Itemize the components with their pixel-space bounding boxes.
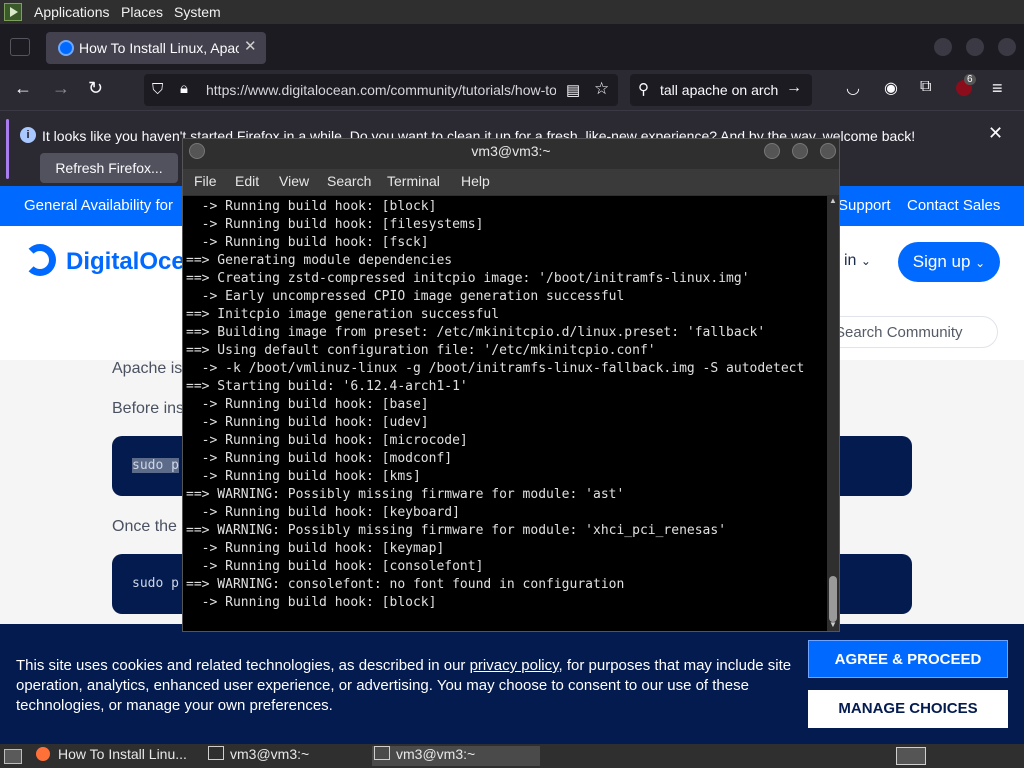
lock-icon[interactable]: 🔒︎ bbox=[180, 80, 188, 97]
browser-tab[interactable]: How To Install Linux, Apache, MySQL, PHP… bbox=[46, 32, 266, 64]
article-paragraph: Before ins bbox=[112, 400, 185, 417]
extensions-icon[interactable]: ⧉ bbox=[920, 78, 931, 96]
search-community-placeholder: Search Community bbox=[835, 324, 963, 341]
cookie-text: This site uses cookies and related techn… bbox=[16, 656, 796, 716]
chevron-down-icon: ⌄ bbox=[975, 256, 986, 270]
agree-proceed-button[interactable]: AGREE & PROCEED bbox=[808, 640, 1008, 678]
places-menu[interactable]: Places bbox=[121, 4, 163, 20]
firefox-icon bbox=[36, 747, 50, 761]
support-link[interactable]: Support bbox=[838, 197, 891, 214]
terminal-maximize-button[interactable] bbox=[792, 143, 808, 159]
notification-close-icon[interactable]: ✕ bbox=[988, 123, 1003, 144]
terminal-menu-view[interactable]: View bbox=[279, 173, 309, 189]
digitalocean-logo-icon[interactable] bbox=[24, 244, 56, 276]
bookmark-star-icon[interactable]: ☆ bbox=[594, 79, 609, 99]
terminal-window[interactable]: vm3@vm3:~ File Edit View Search Terminal… bbox=[182, 138, 840, 632]
terminal-icon bbox=[208, 746, 224, 760]
applications-menu-icon[interactable] bbox=[4, 3, 22, 21]
taskbar-item-label: vm3@vm3:~ bbox=[230, 746, 310, 762]
minimize-window-button[interactable] bbox=[934, 38, 952, 56]
system-menu[interactable]: System bbox=[174, 4, 221, 20]
terminal-title: vm3@vm3:~ bbox=[471, 143, 551, 159]
cookie-text-part: This site uses cookies and related techn… bbox=[16, 657, 470, 674]
workspace-switcher[interactable] bbox=[896, 747, 926, 765]
terminal-menu-help[interactable]: Help bbox=[461, 173, 490, 189]
search-input[interactable]: tall apache on arch bbox=[660, 82, 778, 98]
maximize-window-button[interactable] bbox=[966, 38, 984, 56]
code-text[interactable]: sudo p bbox=[132, 458, 179, 473]
scroll-down-icon[interactable]: ▼ bbox=[829, 620, 837, 629]
extension-badge: 6 bbox=[964, 74, 976, 85]
sign-in-label: in bbox=[844, 252, 857, 269]
applications-menu[interactable]: Applications bbox=[34, 4, 110, 20]
terminal-scrollbar[interactable]: ▲ ▼ bbox=[827, 196, 839, 631]
terminal-close-button[interactable] bbox=[820, 143, 836, 159]
tab-strip: How To Install Linux, Apache, MySQL, PHP… bbox=[0, 24, 1024, 70]
sign-in-link[interactable]: in ⌄ bbox=[844, 252, 871, 270]
info-icon: i bbox=[20, 127, 36, 143]
manage-choices-button[interactable]: MANAGE CHOICES bbox=[808, 690, 1008, 728]
terminal-icon bbox=[374, 746, 390, 760]
cookie-banner: This site uses cookies and related techn… bbox=[0, 624, 1024, 744]
reload-icon[interactable]: ↻ bbox=[88, 78, 103, 99]
terminal-menu-terminal[interactable]: Terminal bbox=[387, 173, 440, 189]
forward-arrow-icon[interactable]: → bbox=[52, 78, 70, 99]
shield-icon[interactable]: ⛉ bbox=[152, 81, 163, 98]
code-text[interactable]: sudo p bbox=[132, 576, 179, 591]
taskbar-item-label: How To Install Linu... bbox=[58, 746, 187, 762]
close-window-button[interactable] bbox=[998, 38, 1016, 56]
article-paragraph: Apache is bbox=[112, 360, 183, 377]
refresh-firefox-button[interactable]: Refresh Firefox... bbox=[40, 153, 178, 183]
search-community-input[interactable]: Search Community bbox=[822, 316, 998, 348]
top-panel: Applications Places System bbox=[0, 0, 1024, 24]
article-paragraph: Once the bbox=[112, 518, 177, 535]
sign-up-button[interactable]: Sign up ⌄ bbox=[898, 242, 1000, 282]
search-bar[interactable]: ⚲ tall apache on arch → bbox=[630, 74, 812, 106]
terminal-output[interactable]: -> Running build hook: [block] -> Runnin… bbox=[183, 196, 827, 631]
url-text[interactable]: https://www.digitalocean.com/community/t… bbox=[206, 82, 556, 98]
announcement-text[interactable]: General Availability for bbox=[24, 197, 173, 214]
url-bar[interactable]: ⛉ 🔒︎ https://www.digitalocean.com/commun… bbox=[144, 74, 618, 106]
taskbar-item-terminal-active[interactable]: vm3@vm3:~ bbox=[372, 746, 540, 766]
scroll-up-icon[interactable]: ▲ bbox=[829, 196, 837, 205]
tab-list-icon[interactable] bbox=[10, 38, 30, 56]
terminal-menu-edit[interactable]: Edit bbox=[235, 173, 259, 189]
show-desktop-icon[interactable] bbox=[4, 749, 22, 764]
taskbar: How To Install Linu... vm3@vm3:~ vm3@vm3… bbox=[0, 744, 1024, 768]
navigation-toolbar: ← → ↻ ⛉ 🔒︎ https://www.digitalocean.com/… bbox=[0, 70, 1024, 110]
taskbar-item-label: vm3@vm3:~ bbox=[396, 746, 476, 762]
sign-up-label: Sign up bbox=[912, 252, 971, 271]
chevron-down-icon: ⌄ bbox=[860, 254, 871, 268]
contact-sales-link[interactable]: Contact Sales bbox=[907, 197, 1000, 214]
terminal-text[interactable]: -> Running build hook: [block] -> Runnin… bbox=[186, 198, 804, 612]
tab-close-icon[interactable]: ✕ bbox=[244, 37, 257, 55]
tab-title: How To Install Linux, Apache, MySQL, PHP bbox=[79, 40, 239, 56]
privacy-policy-link[interactable]: privacy policy bbox=[470, 657, 559, 674]
taskbar-item-firefox[interactable]: How To Install Linu... bbox=[36, 746, 200, 766]
terminal-menu-search[interactable]: Search bbox=[327, 173, 371, 189]
back-arrow-icon[interactable]: ← bbox=[14, 78, 32, 99]
hamburger-menu-icon[interactable]: ≡ bbox=[992, 78, 1003, 99]
taskbar-item-terminal[interactable]: vm3@vm3:~ bbox=[206, 746, 368, 766]
pocket-icon[interactable]: ◡ bbox=[846, 78, 860, 98]
account-icon[interactable]: ◉ bbox=[884, 78, 898, 98]
reader-view-icon[interactable]: ▤ bbox=[566, 81, 580, 99]
terminal-menubar: File Edit View Search Terminal Help bbox=[183, 169, 839, 195]
search-icon: ⚲ bbox=[638, 81, 649, 98]
terminal-scroll-thumb[interactable] bbox=[829, 576, 837, 622]
terminal-menu-file[interactable]: File bbox=[194, 173, 217, 189]
digitalocean-logo-text[interactable]: DigitalOce bbox=[66, 248, 185, 276]
search-go-arrow-icon[interactable]: → bbox=[786, 79, 802, 97]
digitalocean-favicon-icon bbox=[58, 40, 74, 56]
terminal-minimize-button[interactable] bbox=[764, 143, 780, 159]
